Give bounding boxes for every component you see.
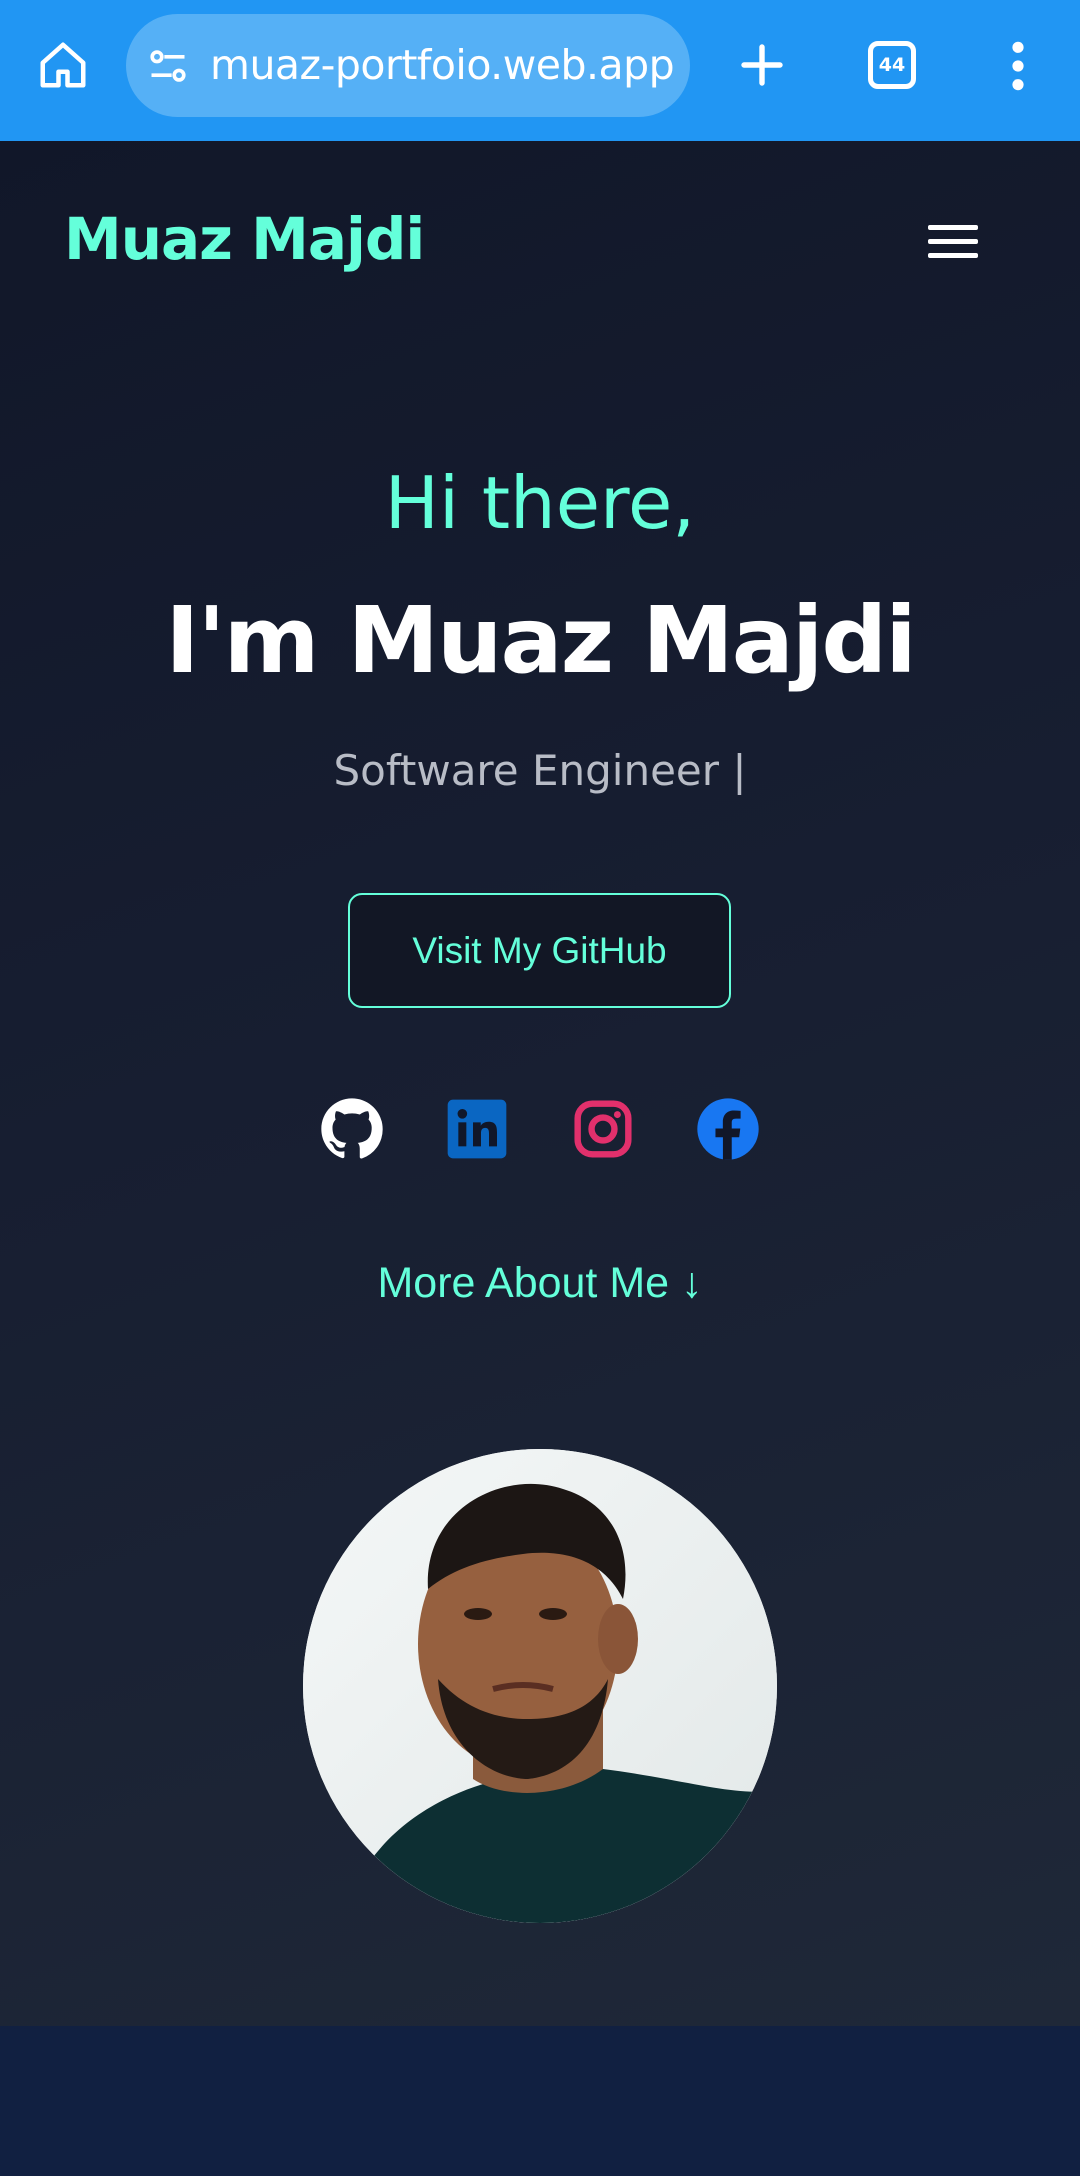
site-logo[interactable]: Muaz Majdi xyxy=(64,205,425,273)
facebook-icon[interactable] xyxy=(696,1097,760,1161)
browser-toolbar: muaz-portfoio.web.app 44 xyxy=(0,0,1080,141)
url-text[interactable]: muaz-portfoio.web.app xyxy=(210,14,675,117)
hamburger-menu-icon[interactable] xyxy=(928,225,980,265)
hero-greeting: Hi there, xyxy=(384,461,696,545)
next-section xyxy=(0,2026,1080,2176)
social-links xyxy=(0,1097,1080,1167)
hero-headline: I'm Muaz Majdi xyxy=(165,587,917,694)
new-tab-icon[interactable] xyxy=(735,38,789,92)
visit-github-button[interactable]: Visit My GitHub xyxy=(348,893,731,1008)
instagram-icon[interactable] xyxy=(571,1097,635,1161)
site-settings-icon[interactable] xyxy=(146,44,190,88)
linkedin-icon[interactable] xyxy=(445,1097,509,1161)
more-vert-icon[interactable] xyxy=(1000,38,1036,94)
tab-switcher-button[interactable]: 44 xyxy=(868,41,916,89)
home-icon[interactable] xyxy=(36,38,90,92)
hero-subtitle: Software Engineer | xyxy=(333,746,747,795)
github-icon[interactable] xyxy=(320,1097,384,1161)
more-about-me-link[interactable]: More About Me ↓ xyxy=(0,1259,1080,1308)
profile-photo xyxy=(303,1449,777,1923)
address-bar[interactable]: muaz-portfoio.web.app xyxy=(126,14,690,117)
hero-section: Muaz Majdi Hi there, I'm Muaz Majdi Soft… xyxy=(0,141,1080,2026)
